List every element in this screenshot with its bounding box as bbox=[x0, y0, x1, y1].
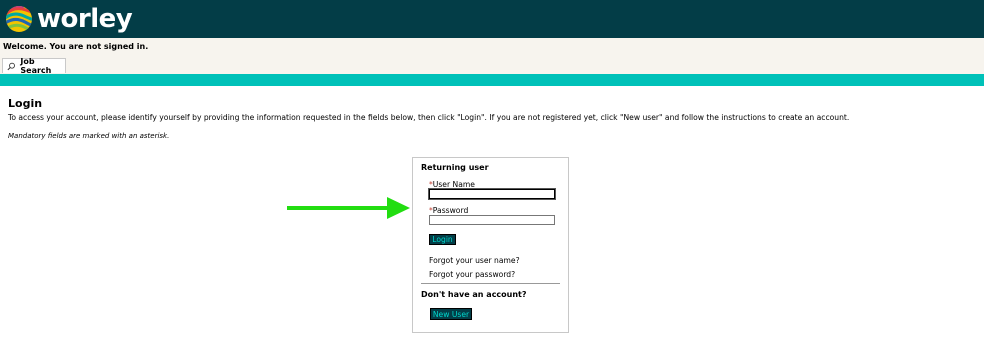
tab-job-search[interactable]: Job Search bbox=[2, 57, 66, 75]
mandatory-note: Mandatory fields are marked with an aste… bbox=[8, 132, 170, 140]
brand-name: worley bbox=[37, 4, 133, 34]
welcome-message: Welcome. You are not signed in. bbox=[3, 42, 149, 51]
username-label: *User Name bbox=[429, 180, 475, 189]
worley-globe-logo-icon bbox=[6, 6, 32, 32]
username-label-text: User Name bbox=[432, 180, 475, 189]
forgot-password-link[interactable]: Forgot your password? bbox=[429, 270, 515, 279]
password-input[interactable] bbox=[429, 215, 555, 225]
new-user-button[interactable]: New User bbox=[430, 308, 472, 320]
company-logo[interactable]: worley bbox=[4, 4, 133, 34]
green-arrow-icon bbox=[287, 197, 410, 219]
password-label: *Password bbox=[429, 206, 468, 215]
tab-label: Job Search bbox=[20, 57, 52, 75]
search-icon bbox=[7, 62, 15, 70]
forgot-username-link[interactable]: Forgot your user name? bbox=[429, 256, 520, 265]
accent-bar bbox=[0, 74, 984, 86]
login-button[interactable]: Login bbox=[429, 234, 456, 245]
returning-user-heading: Returning user bbox=[421, 163, 489, 172]
page-title: Login bbox=[8, 97, 43, 110]
top-header-bar: worley bbox=[0, 0, 984, 38]
no-account-heading: Don't have an account? bbox=[421, 290, 527, 299]
password-label-text: Password bbox=[432, 206, 469, 215]
username-input[interactable] bbox=[429, 189, 555, 199]
intro-text: To access your account, please identify … bbox=[8, 113, 850, 122]
divider bbox=[421, 283, 560, 284]
